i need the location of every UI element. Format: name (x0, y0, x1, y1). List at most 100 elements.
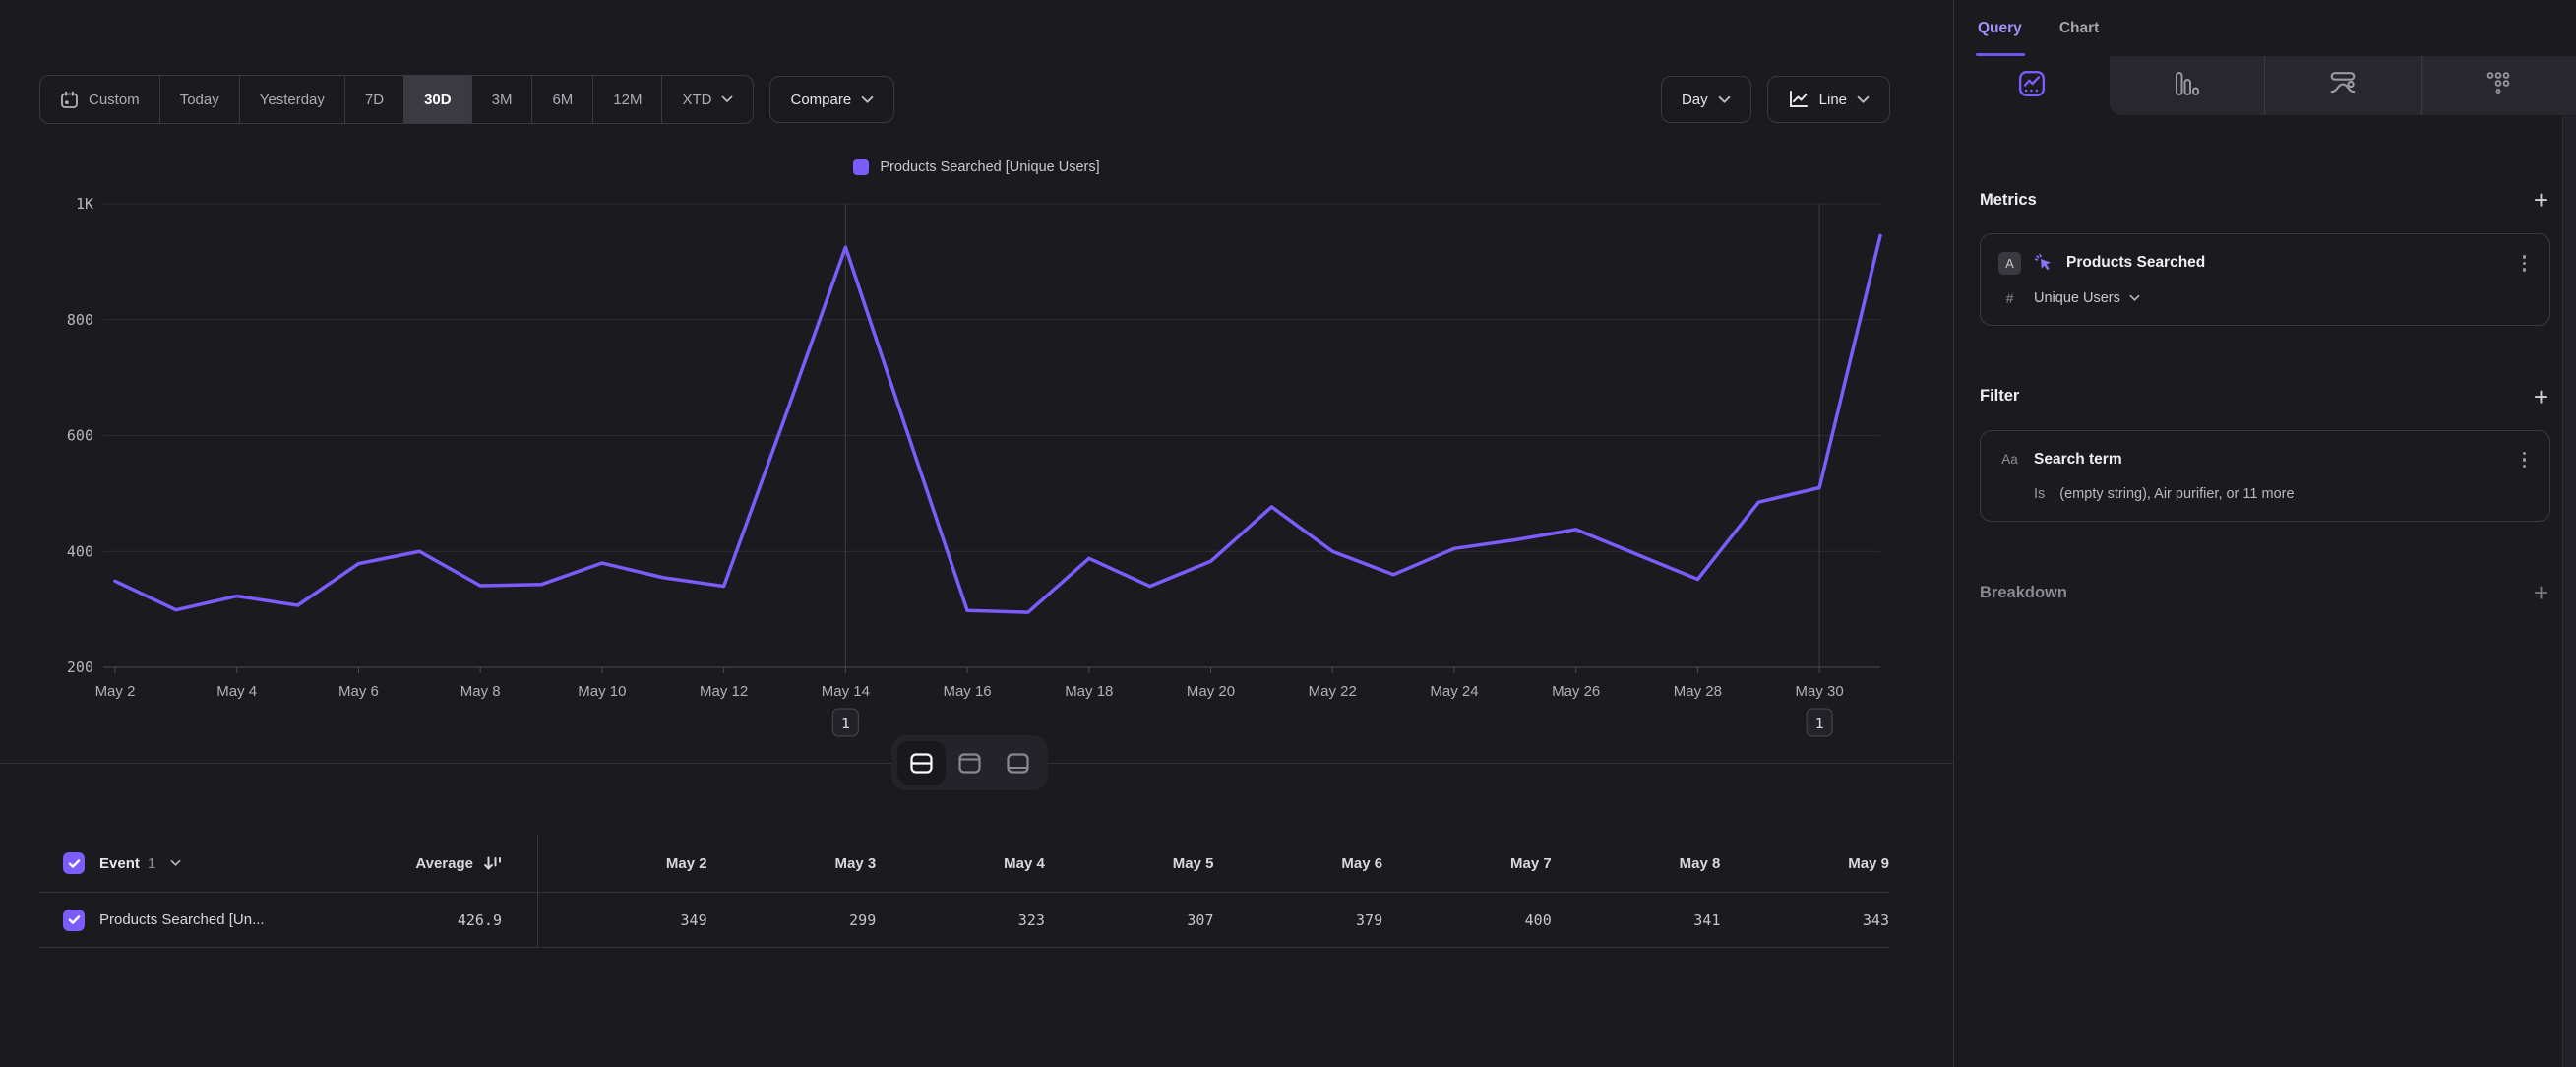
range-6m[interactable]: 6M (532, 76, 593, 123)
tab-chart[interactable]: Chart (2059, 0, 2099, 56)
add-filter-button[interactable]: + (2532, 387, 2550, 407)
column-header-may-2[interactable]: May 2 (538, 855, 707, 872)
svg-text:May 14: May 14 (822, 683, 870, 700)
day-value-cell: 307 (1045, 911, 1214, 929)
tab-funnels[interactable] (2110, 56, 2265, 115)
range-custom[interactable]: Custom (40, 76, 160, 123)
retention-icon (2485, 70, 2511, 102)
column-header-may-6[interactable]: May 6 (1214, 855, 1383, 872)
filter-menu-icon[interactable] (2517, 448, 2533, 472)
svg-text:200: 200 (67, 659, 93, 676)
metric-name: Products Searched (2066, 254, 2205, 272)
tab-query[interactable]: Query (1978, 0, 2022, 56)
average-column-header[interactable]: Average (315, 835, 538, 892)
report-main: Custom Today Yesterday 7D 30D 3M6M 12M XTD Comp… (0, 0, 1953, 1067)
event-count: 1 (148, 855, 155, 872)
legend-label: Products Searched [Unique Users] (880, 159, 1099, 175)
table-row: Products Searched [Un... 426.9 349299323… (39, 893, 1889, 948)
range-label: 30D (424, 92, 452, 108)
breakdown-section-header: Breakdown + (1980, 583, 2550, 602)
funnels-icon (2174, 70, 2199, 102)
series-row-selector[interactable]: Products Searched [Un... (39, 910, 315, 931)
chevron-down-icon (721, 95, 733, 103)
app-root: Custom Today Yesterday 7D 30D 3M6M 12M XTD Comp… (0, 0, 2576, 1067)
string-property-icon: Aa (1998, 452, 2021, 467)
chevron-down-icon (2129, 294, 2140, 302)
event-group-checkbox[interactable] (63, 852, 85, 874)
event-selector[interactable]: Event 1 (39, 852, 315, 874)
range-xtd[interactable]: XTD (662, 76, 753, 123)
filter-card-row1: Aa Search term (1998, 448, 2532, 472)
column-header-may-8[interactable]: May 8 (1552, 855, 1721, 872)
filter-property-name: Search term (2034, 451, 2122, 469)
svg-text:May 6: May 6 (338, 683, 379, 700)
metrics-title: Metrics (1980, 191, 2037, 210)
calendar-icon (60, 91, 79, 109)
svg-text:1: 1 (1815, 715, 1824, 732)
breakdown-title: Breakdown (1980, 584, 2067, 602)
compare-button[interactable]: Compare (769, 76, 894, 123)
average-value: 426.9 (458, 911, 502, 929)
metric-card-row1: A Products Searched (1998, 251, 2532, 276)
svg-text:May 18: May 18 (1065, 683, 1113, 700)
day-value-cell: 323 (876, 911, 1045, 929)
column-header-may-5[interactable]: May 5 (1045, 855, 1214, 872)
tab-insights[interactable] (1954, 56, 2110, 115)
chevron-down-icon (1857, 95, 1870, 104)
range-label: Today (180, 92, 219, 108)
add-breakdown-button[interactable]: + (2532, 583, 2550, 602)
sort-descending-icon (482, 854, 502, 873)
range-label: 12M (613, 92, 642, 108)
events-table: Event 1 Average May 2May 3May 4May 5May … (39, 835, 1889, 948)
split-view-button[interactable] (897, 741, 946, 785)
svg-text:May 2: May 2 (95, 683, 136, 700)
chart-type-button[interactable]: Line (1767, 76, 1890, 123)
granularity-button[interactable]: Day (1661, 76, 1751, 123)
legend-swatch (853, 159, 869, 175)
chart-only-view-button[interactable] (946, 741, 994, 785)
svg-text:May 20: May 20 (1187, 683, 1235, 700)
metric-card[interactable]: A Products Searched # Unique Users (1980, 233, 2550, 326)
sidebar-tabbar: Query Chart (1954, 0, 2576, 56)
range-yesterday[interactable]: Yesterday (240, 76, 345, 123)
day-value-cell: 343 (1720, 911, 1889, 929)
svg-text:May 26: May 26 (1552, 683, 1600, 700)
range-3m[interactable]: 3M (472, 76, 533, 123)
tab-flows[interactable] (2264, 56, 2421, 115)
insights-icon (2018, 70, 2046, 102)
scrollbar-gutter[interactable] (2562, 116, 2576, 1067)
column-header-may-7[interactable]: May 7 (1382, 855, 1552, 872)
line-chart-icon (1788, 90, 1809, 109)
day-value-cell: 349 (538, 911, 707, 929)
svg-text:1K: 1K (76, 195, 93, 213)
tab-retention[interactable] (2421, 56, 2576, 115)
filter-value[interactable]: (empty string), Air purifier, or 11 more (2059, 486, 2294, 502)
measure-label: Unique Users (2034, 290, 2120, 306)
column-header-may-3[interactable]: May 3 (707, 855, 877, 872)
series-checkbox[interactable] (63, 910, 85, 931)
add-metric-button[interactable]: + (2532, 190, 2550, 210)
filter-card[interactable]: Aa Search term Is (empty string), Air pu… (1980, 430, 2550, 523)
svg-text:May 24: May 24 (1430, 683, 1478, 700)
query-sidebar: Query Chart (1953, 0, 2576, 1067)
chart-type-label: Line (1819, 92, 1847, 108)
chart-legend[interactable]: Products Searched [Unique Users] (0, 159, 1953, 175)
range-30d[interactable]: 30D (404, 76, 472, 123)
measure-selector[interactable]: Unique Users (2034, 290, 2140, 306)
report-toolbar: Custom Today Yesterday 7D 30D 3M6M 12M XTD Comp… (39, 75, 1890, 124)
column-header-may-9[interactable]: May 9 (1720, 855, 1889, 872)
range-12m[interactable]: 12M (593, 76, 662, 123)
view-toggle (891, 735, 1048, 790)
range-today[interactable]: Today (160, 76, 240, 123)
table-only-view-button[interactable] (994, 741, 1042, 785)
column-header-may-4[interactable]: May 4 (876, 855, 1045, 872)
range-label: Yesterday (260, 92, 325, 108)
filter-operator[interactable]: Is (2034, 486, 2045, 502)
metric-menu-icon[interactable] (2517, 251, 2533, 276)
chevron-down-icon (861, 95, 874, 104)
range-7d[interactable]: 7D (345, 76, 404, 123)
line-chart[interactable]: 2004006008001KMay 2May 4May 6May 8May 10… (0, 182, 1953, 773)
day-value-cell: 379 (1214, 911, 1383, 929)
filter-card-row2: Is (empty string), Air purifier, or 11 m… (1998, 486, 2532, 502)
svg-text:May 4: May 4 (216, 683, 257, 700)
